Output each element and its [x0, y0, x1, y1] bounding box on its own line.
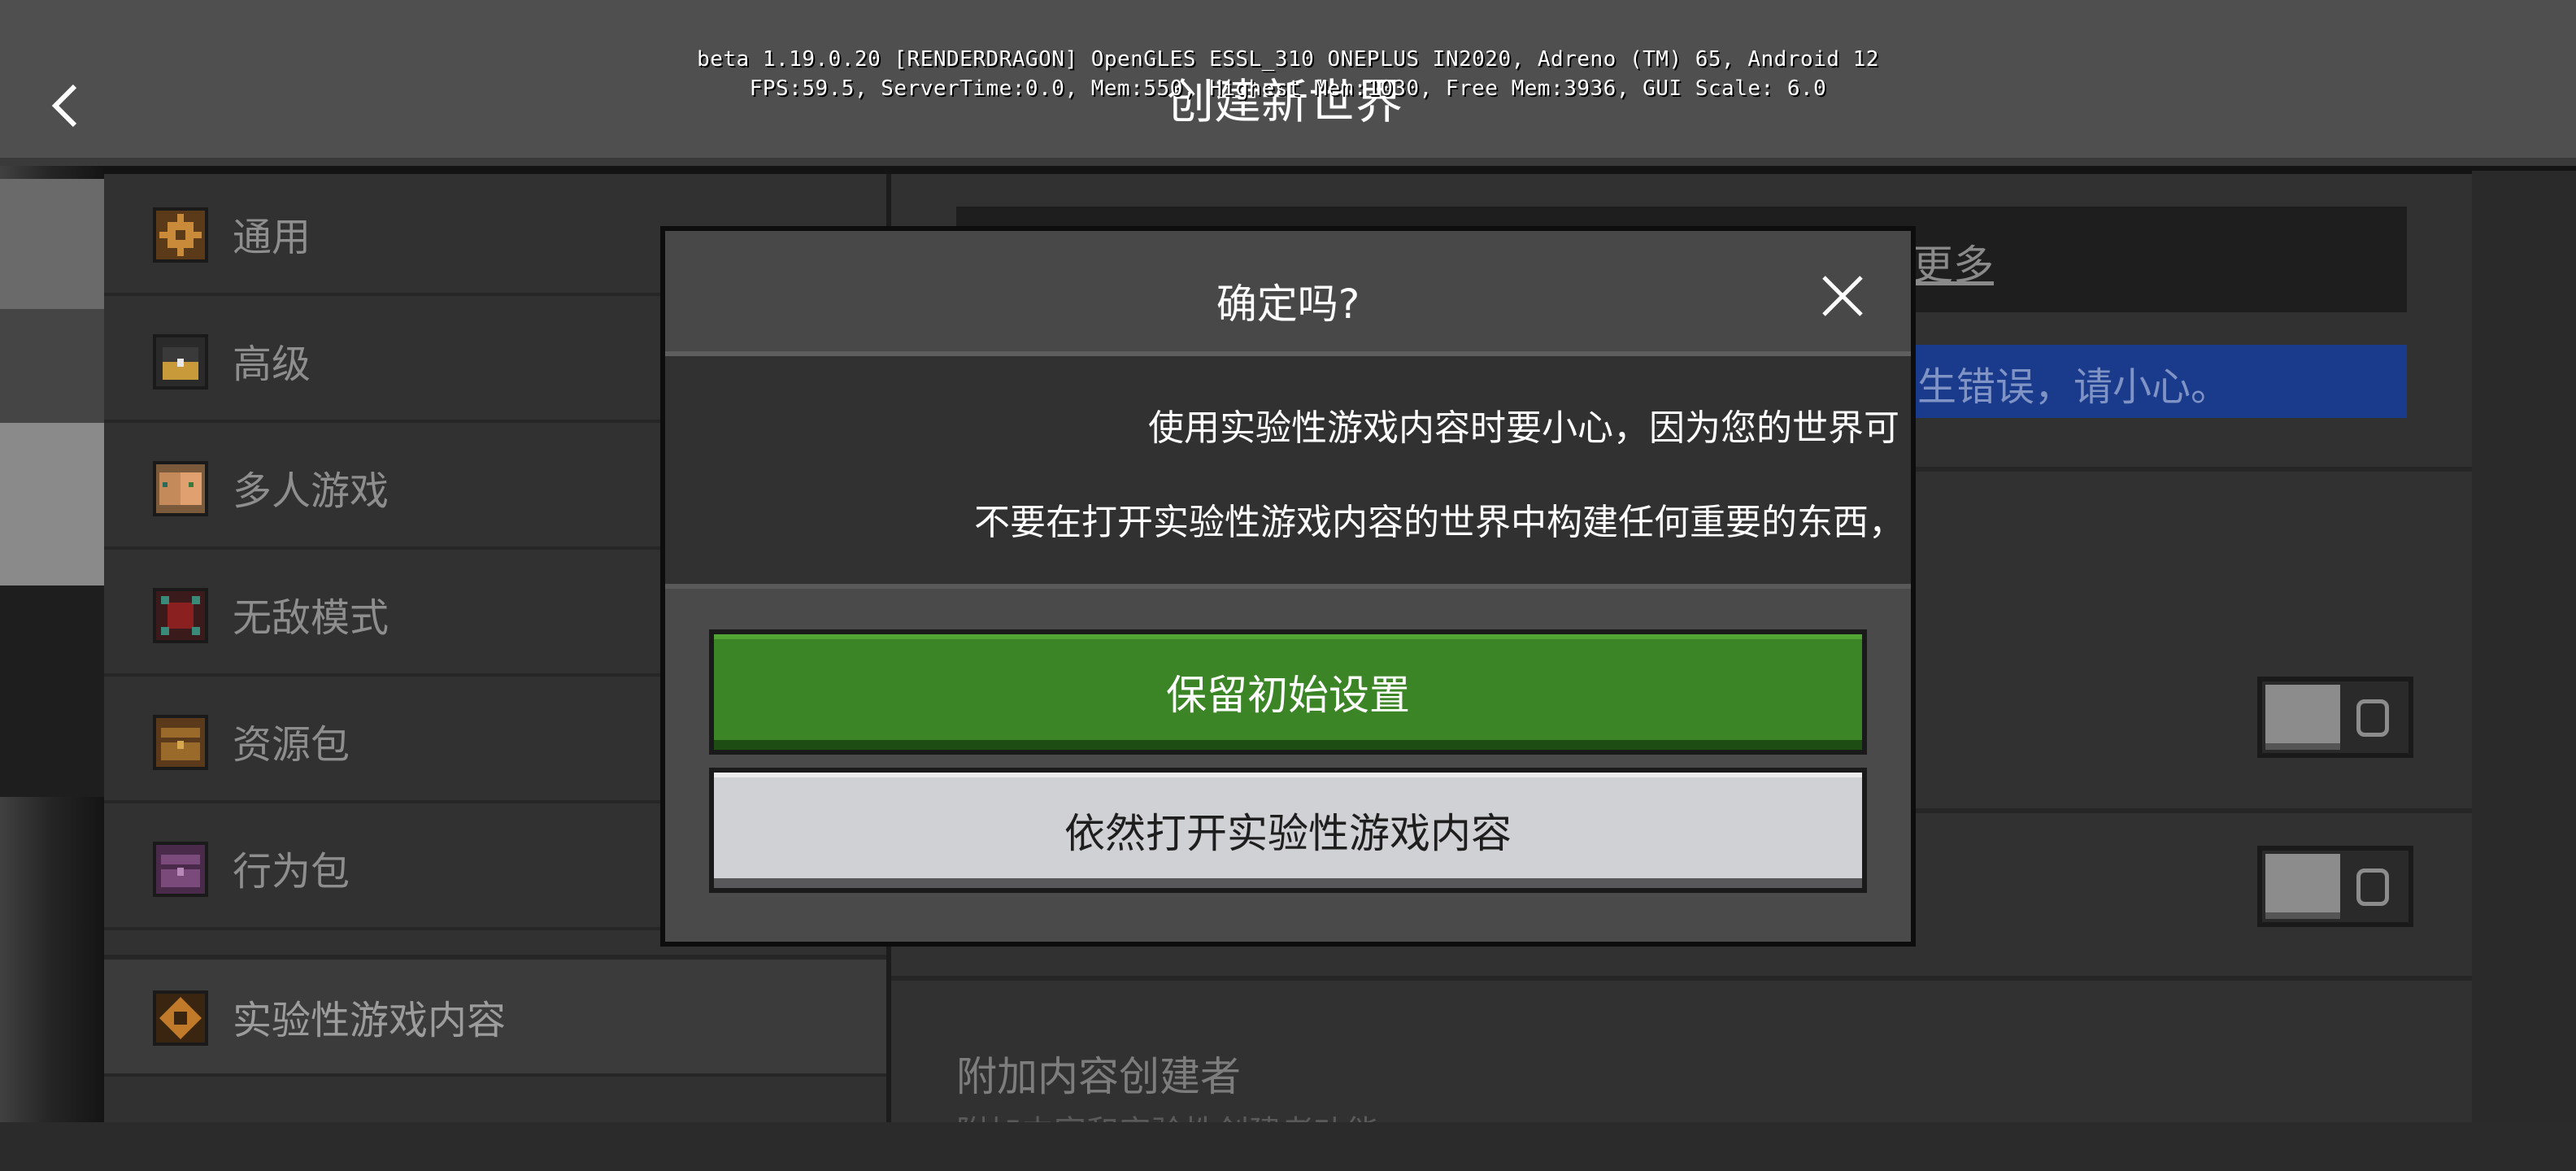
enable-experiments-button[interactable]: 依然打开实验性游戏内容 — [709, 768, 1867, 893]
dialog-title: 确定吗? — [1216, 281, 1360, 328]
keep-default-settings-button[interactable]: 保留初始设置 — [709, 629, 1867, 755]
close-button[interactable] — [1818, 272, 1867, 320]
dialog-footer: 保留初始设置 依然打开实验性游戏内容 — [665, 584, 1911, 942]
dialog-header: 确定吗? — [665, 231, 1911, 356]
confirm-dialog: 使用实验性游戏内容时要小心，因为您的世界可 不要在打开实验性游戏内容的世界中构建… — [660, 226, 1916, 947]
dialog-message-line-2: 不要在打开实验性游戏内容的世界中构建任何重要的东西， — [974, 502, 1904, 543]
dialog-message-line-1: 使用实验性游戏内容时要小心，因为您的世界可 — [1148, 407, 1899, 449]
close-icon — [1822, 276, 1863, 316]
